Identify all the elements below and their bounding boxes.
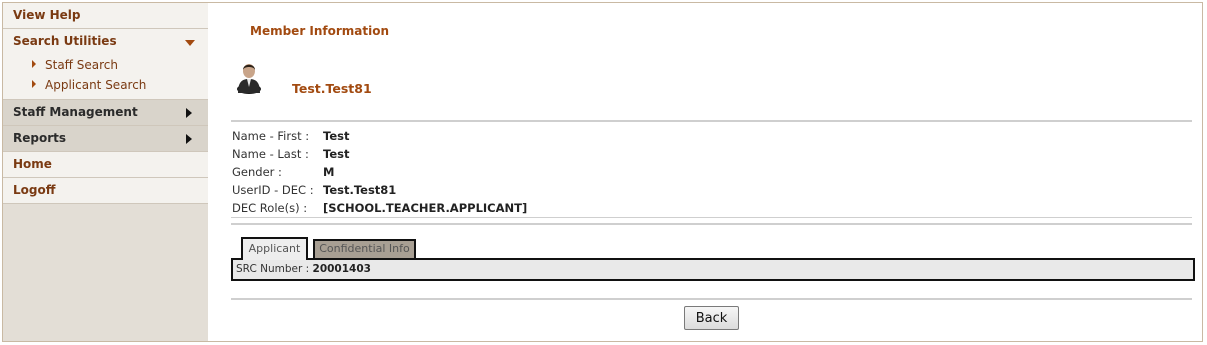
sidebar-subitem-staff-search[interactable]: Staff Search [3,55,208,75]
sidebar-item-label: Logoff [13,183,56,197]
detail-label: UserID - DEC : [232,183,314,197]
sidebar-item-label: Search Utilities [13,34,117,48]
detail-label: Name - First : [232,129,310,143]
sidebar-item-reports[interactable]: Reports [3,126,208,152]
sidebar-item-staff-management[interactable]: Staff Management [3,100,208,126]
tab-applicant[interactable]: Applicant [241,237,308,260]
sidebar-group-search-utilities: Search Utilities Staff Search Applicant … [3,29,208,100]
detail-value: Test [323,129,350,143]
sidebar-subitem-applicant-search[interactable]: Applicant Search [3,75,208,95]
sidebar-item-label: Staff Management [13,105,138,119]
back-button[interactable]: Back [684,306,739,330]
bullet-arrow-icon [32,60,36,68]
divider [231,298,1192,300]
detail-row-roles: DEC Role(s) : [SCHOOL.TEACHER.APPLICANT] [232,199,527,217]
detail-row-gender: Gender : M [232,163,527,181]
sidebar-subitem-label: Applicant Search [45,78,147,92]
chevron-down-icon [185,40,195,46]
tab-confidential-info[interactable]: Confidential Info [313,239,416,258]
divider [231,120,1192,122]
detail-row-userid: UserID - DEC : Test.Test81 [232,181,527,199]
detail-label: DEC Role(s) : [232,201,308,215]
member-username: Test.Test81 [292,81,372,96]
main-content: Member Information Test.Test81 Name - Fi… [208,3,1203,341]
member-details: Name - First : Test Name - Last : Test Gen… [232,127,527,217]
divider [231,223,1192,225]
detail-value: Test [323,147,350,161]
sidebar-subitem-label: Staff Search [45,58,118,72]
detail-row-last-name: Name - Last : Test [232,145,527,163]
page-frame: View Help Search Utilities Staff Search … [2,2,1203,342]
sidebar-item-label: Reports [13,131,67,145]
chevron-right-icon [186,108,192,118]
bullet-arrow-icon [32,80,36,88]
sidebar-item-logoff[interactable]: Logoff [3,178,208,204]
detail-label: Name - Last : [232,147,309,161]
detail-value: Test.Test81 [323,183,397,197]
page-title: Member Information [250,24,390,38]
sidebar-item-home[interactable]: Home [3,152,208,178]
detail-value: [SCHOOL.TEACHER.APPLICANT] [323,201,528,215]
sidebar: View Help Search Utilities Staff Search … [3,3,208,341]
sidebar-item-search-utilities[interactable]: Search Utilities [3,29,208,55]
detail-value: M [323,165,335,179]
chevron-right-icon [186,134,192,144]
user-avatar-icon [237,64,261,94]
src-number-value: 20001403 [312,263,371,275]
sidebar-item-label: Home [13,157,52,171]
detail-row-first-name: Name - First : Test [232,127,527,145]
divider [231,217,1192,218]
detail-label: Gender : [232,165,282,179]
sidebar-item-view-help[interactable]: View Help [3,3,208,29]
src-number-label: SRC Number : [236,263,310,275]
sidebar-item-label: View Help [13,8,81,22]
tab-panel-applicant: SRC Number : 20001403 [231,258,1195,281]
